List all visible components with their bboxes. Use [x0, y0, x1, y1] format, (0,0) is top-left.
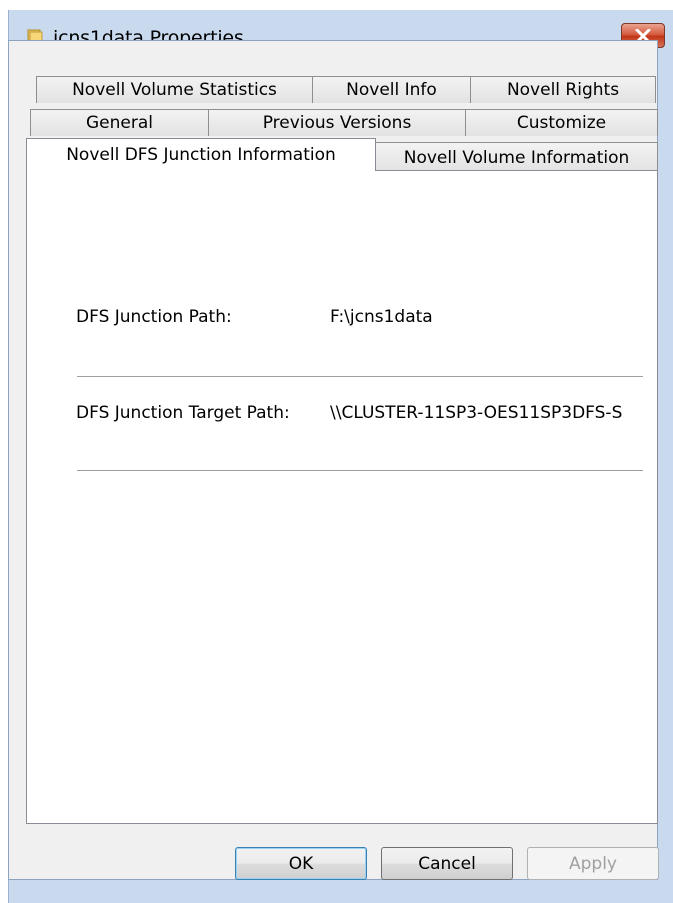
tab-novell-info[interactable]: Novell Info	[312, 76, 471, 103]
target-path-label: DFS Junction Target Path:	[76, 403, 290, 423]
tab-novell-dfs-junction-information[interactable]: Novell DFS Junction Information	[26, 138, 376, 171]
tab-novell-rights[interactable]: Novell Rights	[470, 76, 656, 103]
apply-button[interactable]: Apply	[527, 847, 659, 880]
junction-path-value: F:\jcns1data	[330, 307, 433, 327]
ok-button[interactable]: OK	[235, 847, 367, 880]
tab-previous-versions[interactable]: Previous Versions	[208, 109, 466, 136]
target-path-value: \\CLUSTER-11SP3-OES11SP3DFS-S	[330, 403, 623, 423]
cancel-button[interactable]: Cancel	[381, 847, 513, 880]
separator	[77, 376, 643, 377]
tab-novell-volume-information[interactable]: Novell Volume Information	[375, 142, 658, 172]
tab-novell-volume-statistics[interactable]: Novell Volume Statistics	[36, 76, 313, 103]
junction-path-label: DFS Junction Path:	[76, 307, 232, 327]
tab-customize[interactable]: Customize	[465, 109, 658, 136]
separator	[77, 470, 643, 471]
tab-page: DFS Junction Path: F:\jcns1data DFS Junc…	[26, 170, 658, 824]
tab-general[interactable]: General	[30, 109, 209, 136]
